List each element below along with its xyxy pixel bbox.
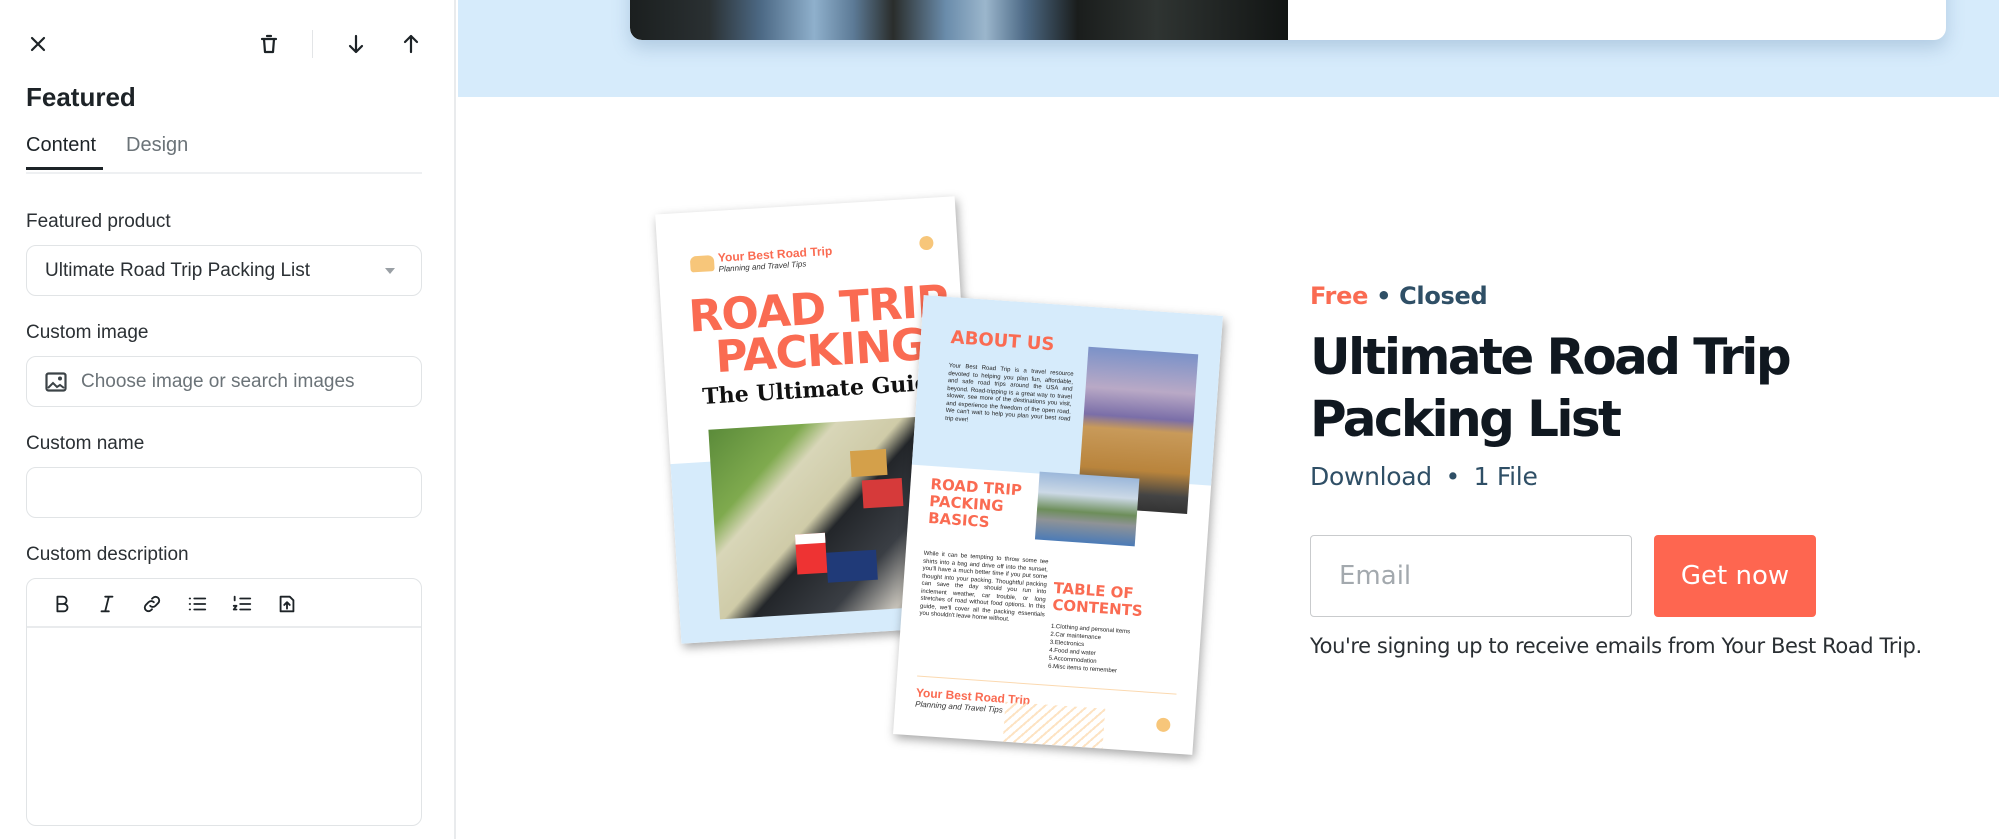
upload-file-icon (279, 595, 295, 613)
product-details: Download • 1 File (1310, 462, 1538, 491)
trash-icon (260, 34, 278, 54)
about-text: Your Best Road Trip is a travel resource… (944, 363, 1074, 423)
close-button[interactable] (22, 28, 54, 60)
car-icon (689, 255, 715, 273)
image-icon (45, 372, 67, 392)
bullet-list-button[interactable] (184, 591, 210, 617)
panel-toolbar (26, 24, 428, 64)
email-input[interactable] (1310, 535, 1632, 617)
file-count: 1 File (1473, 462, 1538, 491)
tab-content[interactable]: Content (26, 134, 103, 170)
consent-text: You're signing up to receive emails from… (1310, 634, 1922, 658)
bold-icon (56, 595, 69, 613)
custom-image-placeholder: Choose image or search images (81, 371, 355, 392)
featured-product-select[interactable]: Ultimate Road Trip Packing List (26, 245, 422, 296)
numbered-list-button[interactable] (229, 591, 255, 617)
move-down-button[interactable] (340, 28, 372, 60)
panel-title: Featured (26, 82, 136, 112)
product-image: Your Best Road Trip Planning and Travel … (655, 195, 1258, 765)
product-type: Download (1310, 462, 1432, 491)
hero-card (630, 0, 1946, 40)
link-button[interactable] (139, 591, 165, 617)
upload-file-button[interactable] (274, 591, 300, 617)
featured-product-label: Featured product (26, 211, 171, 232)
status-label: Closed (1399, 282, 1488, 310)
italic-icon (100, 595, 114, 613)
hero-image (630, 0, 1288, 40)
toc-list: 1.Clothing and personal items 2.Car main… (1047, 623, 1131, 675)
link-icon (143, 595, 161, 613)
featured-product-value: Ultimate Road Trip Packing List (45, 260, 311, 281)
chevron-right-icon (1155, 717, 1171, 733)
numbered-list-icon (232, 595, 252, 611)
toolbar-divider (312, 30, 313, 58)
custom-description-label: Custom description (26, 544, 189, 565)
italic-button[interactable] (94, 591, 120, 617)
arrow-down-icon (348, 34, 364, 54)
toc-heading: TABLE OF CONTENTS (1051, 578, 1144, 621)
brochure-title: ROAD TRIP PACKING (687, 275, 950, 384)
custom-name-input[interactable] (26, 467, 422, 518)
brochure-inner-page: ABOUT US Your Best Road Trip is a travel… (893, 295, 1223, 755)
custom-description-editor (26, 578, 422, 826)
custom-name-label: Custom name (26, 433, 145, 454)
basics-heading: ROAD TRIP PACKING BASICS (927, 475, 1023, 532)
chevron-right-icon (918, 235, 934, 251)
product-title: Ultimate Road Trip Packing List (1310, 328, 1792, 448)
bullet-list-icon (188, 597, 207, 611)
brochure-logo: Your Best Road Trip Planning and Travel … (689, 244, 833, 274)
tab-design[interactable]: Design (126, 134, 188, 167)
bold-button[interactable] (49, 591, 75, 617)
custom-image-label: Custom image (26, 322, 149, 343)
custom-image-picker[interactable]: Choose image or search images (26, 356, 422, 407)
delete-button[interactable] (253, 28, 285, 60)
basics-text: While it can be tempting to throw some t… (919, 550, 1049, 623)
editor-toolbar (27, 579, 421, 628)
description-textarea[interactable] (27, 628, 421, 825)
get-now-button[interactable]: Get now (1654, 535, 1816, 617)
hero-section (458, 0, 1999, 97)
price-label: Free (1310, 282, 1369, 310)
arrow-up-icon (403, 34, 419, 54)
chevron-down-icon (385, 268, 395, 274)
product-meta: Free • Closed (1310, 282, 1488, 310)
panel-tabs: Content Design (26, 132, 422, 174)
section-editor-panel: Featured Content Design Featured product… (0, 0, 456, 839)
move-up-button[interactable] (395, 28, 427, 60)
page-preview: Your Best Road Trip Planning and Travel … (458, 0, 1999, 839)
map-photo (1034, 471, 1140, 547)
close-icon (30, 36, 46, 52)
